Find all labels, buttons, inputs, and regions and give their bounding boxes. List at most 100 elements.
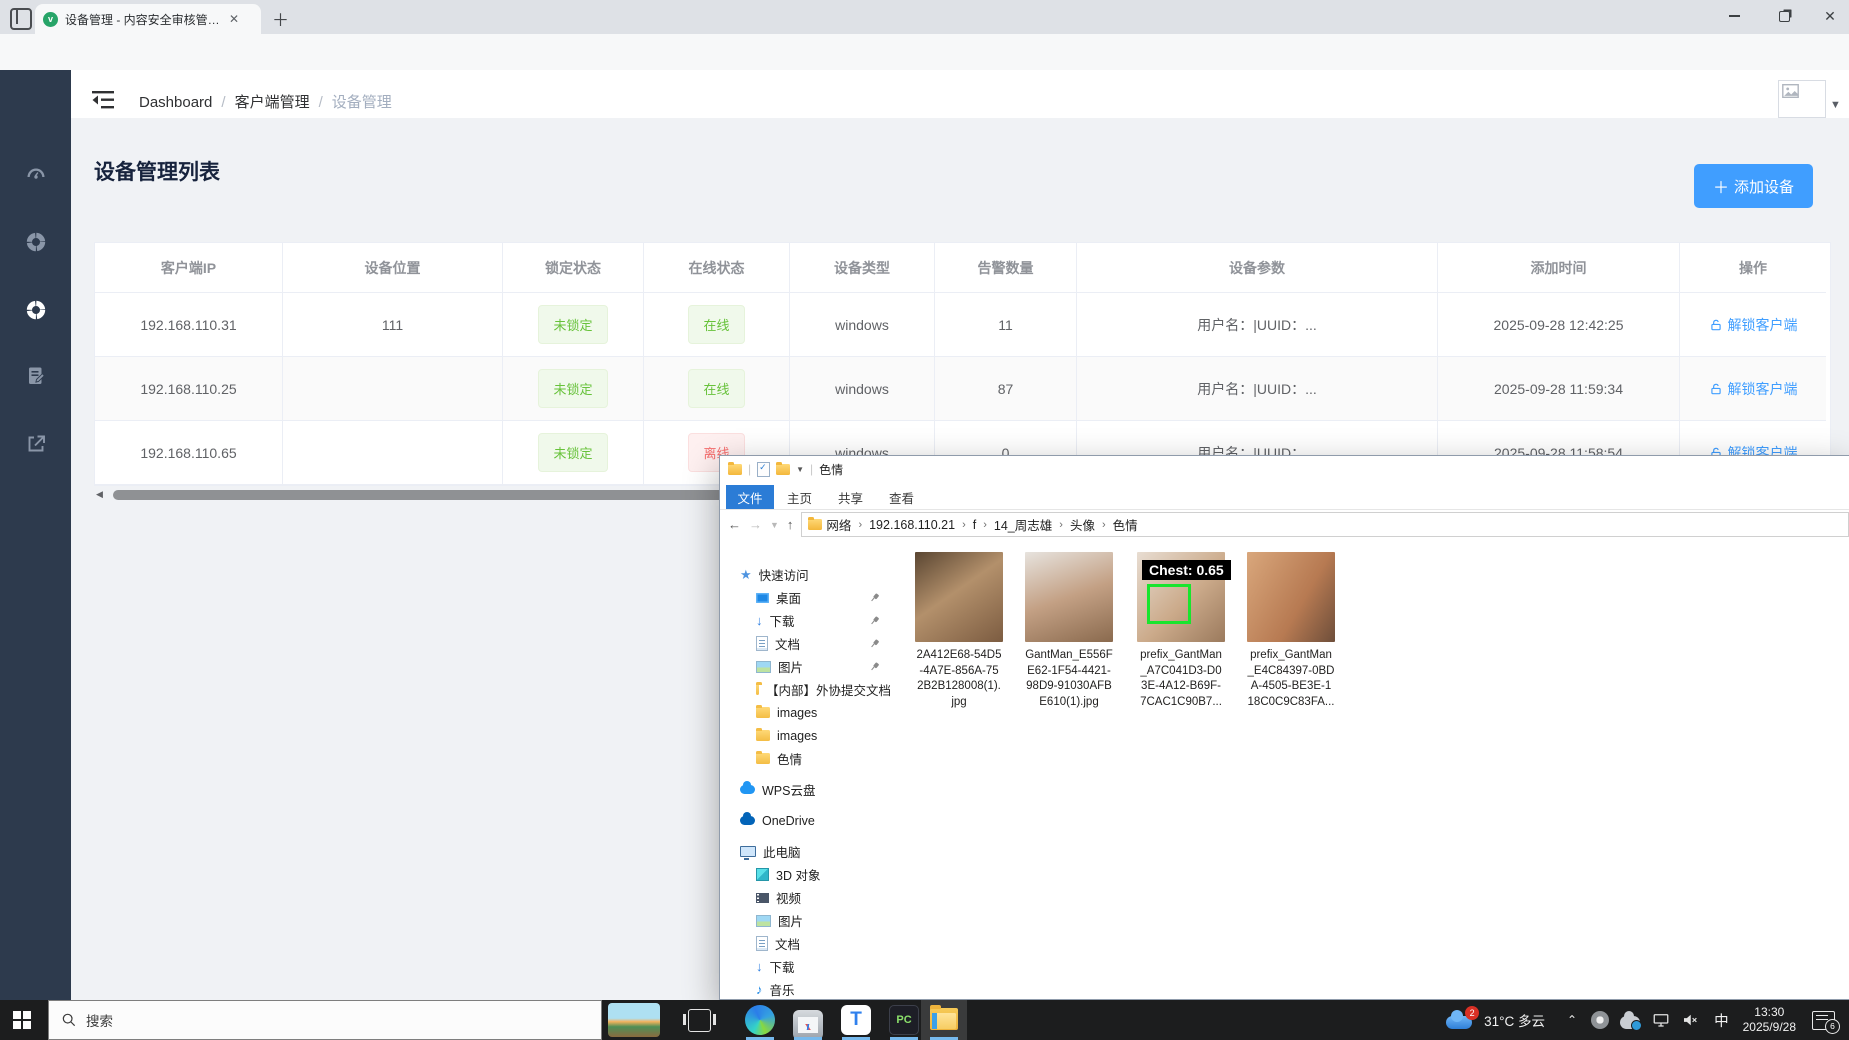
file-name[interactable]: prefix_GantMan _A7C041D3-D0 3E-4A12-B69F… bbox=[1129, 648, 1233, 710]
scrollbar-left-arrow-icon[interactable]: ◀ bbox=[96, 489, 103, 500]
nav-onedrive[interactable]: OneDrive bbox=[720, 809, 891, 832]
nav-documents2[interactable]: 文档 bbox=[720, 932, 891, 955]
nav-downloads2[interactable]: ↓下载 bbox=[720, 955, 891, 978]
weather-cloud-icon[interactable]: 2 bbox=[1446, 1010, 1476, 1030]
nav-pictures2[interactable]: 图片 bbox=[720, 909, 891, 932]
nav-3d-objects[interactable]: 3D 对象 bbox=[720, 863, 891, 886]
menu-home[interactable]: 主页 bbox=[774, 485, 825, 509]
lock-status-badge: 未锁定 bbox=[538, 369, 607, 408]
unlock-client-button[interactable]: 解锁客户端 bbox=[1709, 315, 1798, 335]
pin-icon bbox=[868, 637, 881, 650]
breadcrumb-clients[interactable]: 客户端管理 bbox=[235, 94, 310, 111]
photo-thumbnail-placeholder[interactable] bbox=[1025, 552, 1113, 642]
nav-images2[interactable]: images bbox=[720, 724, 891, 747]
photo-thumbnail-placeholder[interactable] bbox=[1247, 552, 1335, 642]
avatar-caret-icon[interactable]: ▼ bbox=[1830, 99, 1841, 111]
sidebar-item-dashboard[interactable] bbox=[24, 163, 48, 187]
cell-device-params-link[interactable]: 用户名：|UUID：... bbox=[1077, 357, 1438, 421]
new-tab-button[interactable]: ＋ bbox=[272, 6, 289, 31]
add-device-button[interactable]: ＋添加设备 bbox=[1694, 164, 1813, 208]
nav-desktop[interactable]: 桌面 bbox=[720, 586, 891, 609]
taskbar-search-input[interactable]: 搜索 bbox=[48, 1000, 602, 1040]
window-minimize-button[interactable] bbox=[1712, 0, 1756, 32]
volume-muted-icon[interactable] bbox=[1681, 1011, 1699, 1029]
notification-center-icon[interactable]: 6 bbox=[1812, 1011, 1835, 1030]
widgets-weather-icon[interactable] bbox=[608, 1003, 660, 1037]
path-segment[interactable]: 色情 bbox=[1113, 515, 1138, 534]
explorer-title-bar[interactable]: | ▼ | 色情 bbox=[720, 456, 1849, 482]
cell-device-params-link[interactable]: 用户名：|UUID：... bbox=[1077, 293, 1438, 357]
network-icon[interactable] bbox=[1652, 1011, 1670, 1029]
screen: v 设备管理 - 内容安全审核管理系统 ✕ ＋ ✕ ← ⟳ ⌂ 不安全 192.… bbox=[0, 0, 1849, 1040]
nav-images1[interactable]: images bbox=[720, 701, 891, 724]
sidebar-item-logs[interactable] bbox=[24, 364, 48, 388]
nav-pictures[interactable]: 图片 bbox=[720, 655, 891, 678]
sidebar-fold-icon[interactable] bbox=[90, 90, 116, 110]
sidebar-item-external-link[interactable] bbox=[24, 432, 48, 456]
breadcrumb-dashboard[interactable]: Dashboard bbox=[139, 94, 212, 111]
explorer-forward-icon[interactable]: → bbox=[749, 517, 762, 532]
path-segment[interactable]: f bbox=[973, 518, 976, 532]
quick-toolbar-caret-icon[interactable]: ▼ bbox=[796, 465, 804, 474]
pycharm-taskbar-icon[interactable]: PC bbox=[889, 1005, 919, 1035]
menu-file[interactable]: 文件 bbox=[726, 485, 774, 509]
t-app-taskbar-icon[interactable]: T bbox=[841, 1005, 871, 1035]
tab-actions-icon[interactable] bbox=[10, 8, 32, 30]
nav-videos[interactable]: 视频 bbox=[720, 886, 891, 909]
nav-quick-access[interactable]: ★快速访问 bbox=[720, 563, 891, 586]
file-explorer-window[interactable]: | ▼ | 色情 文件 主页 共享 查看 ← → ▼ ↑ 网络› 192.168… bbox=[719, 455, 1849, 1000]
menu-view[interactable]: 查看 bbox=[876, 485, 927, 509]
photo-thumbnail-placeholder[interactable] bbox=[915, 552, 1003, 642]
file-name[interactable]: prefix_GantMan _E4C84397-0BD A-4505-BE3E… bbox=[1239, 648, 1343, 710]
cell-lock: 未锁定 bbox=[503, 293, 644, 357]
file-item[interactable]: GantMan_E556F E62-1F54-4421- 98D9-91030A… bbox=[1017, 552, 1121, 710]
browser-tab[interactable]: v 设备管理 - 内容安全审核管理系统 ✕ bbox=[35, 4, 261, 34]
col-header-lock: 锁定状态 bbox=[503, 243, 644, 293]
ime-indicator[interactable]: 中 bbox=[1714, 1010, 1729, 1031]
file-item[interactable]: prefix_GantMan _E4C84397-0BD A-4505-BE3E… bbox=[1239, 552, 1343, 710]
cell-location: 111 bbox=[283, 293, 503, 357]
path-segment[interactable]: 网络 bbox=[826, 515, 851, 534]
weather-text[interactable]: 31°C 多云 bbox=[1484, 1010, 1545, 1030]
file-name[interactable]: GantMan_E556F E62-1F54-4421- 98D9-91030A… bbox=[1017, 648, 1121, 710]
nav-this-pc[interactable]: 此电脑 bbox=[720, 840, 891, 863]
tab-close-icon[interactable]: ✕ bbox=[229, 12, 239, 26]
file-name[interactable]: 2A412E68-54D5 -4A7E-856A-75 2B2B128008(1… bbox=[907, 648, 1011, 710]
taskbar-clock[interactable]: 13:30 2025/9/28 bbox=[1743, 1005, 1796, 1035]
file-item[interactable]: 2A412E68-54D5 -4A7E-856A-75 2B2B128008(1… bbox=[907, 552, 1011, 710]
path-segment[interactable]: 192.168.110.21 bbox=[869, 518, 955, 532]
new-folder-icon[interactable] bbox=[776, 464, 790, 475]
sidebar-item-devices-active[interactable] bbox=[24, 298, 48, 322]
start-button[interactable] bbox=[13, 1011, 31, 1029]
cell-location bbox=[283, 421, 503, 485]
tray-expand-icon[interactable]: ⌃ bbox=[1567, 1013, 1577, 1027]
explorer-address-bar[interactable]: 网络› 192.168.110.21› f› 14_周志雄› 头像› 色情 bbox=[801, 512, 1849, 537]
tray-circle-icon[interactable] bbox=[1591, 1011, 1609, 1029]
nav-documents[interactable]: 文档 bbox=[720, 632, 891, 655]
file-explorer-taskbar-icon[interactable] bbox=[930, 1008, 958, 1030]
path-segment[interactable]: 头像 bbox=[1070, 515, 1095, 534]
nav-wps-cloud[interactable]: WPS云盘 bbox=[720, 778, 891, 801]
nav-music[interactable]: ♪音乐 bbox=[720, 978, 891, 999]
properties-icon[interactable] bbox=[757, 462, 770, 477]
explorer-history-caret-icon[interactable]: ▼ bbox=[770, 520, 779, 530]
window-restore-button[interactable] bbox=[1762, 0, 1806, 32]
task-view-icon[interactable] bbox=[688, 1009, 711, 1032]
menu-share[interactable]: 共享 bbox=[825, 485, 876, 509]
unlock-client-button[interactable]: 解锁客户端 bbox=[1709, 379, 1798, 399]
nav-internal-docs[interactable]: 【内部】外协提交文档 bbox=[720, 678, 891, 701]
user-avatar[interactable] bbox=[1778, 80, 1826, 118]
tray-cloud-sync-icon[interactable] bbox=[1620, 1016, 1640, 1029]
onedrive-icon bbox=[740, 816, 755, 825]
monitor-app-taskbar-icon[interactable] bbox=[793, 1010, 823, 1040]
browser-toolbar: ← ⟳ ⌂ 不安全 192.168.110.71:9528/#/form/ind… bbox=[0, 34, 1849, 71]
path-segment[interactable]: 14_周志雄 bbox=[994, 515, 1052, 534]
edge-taskbar-icon[interactable] bbox=[745, 1005, 775, 1035]
explorer-up-icon[interactable]: ↑ bbox=[787, 517, 794, 532]
sidebar-item-clients[interactable] bbox=[24, 230, 48, 254]
explorer-back-icon[interactable]: ← bbox=[728, 517, 741, 532]
nav-downloads[interactable]: ↓下载 bbox=[720, 609, 891, 632]
nav-porn-folder[interactable]: 色情 bbox=[720, 747, 891, 770]
folder-icon bbox=[756, 707, 770, 718]
window-close-button[interactable]: ✕ bbox=[1808, 0, 1849, 32]
